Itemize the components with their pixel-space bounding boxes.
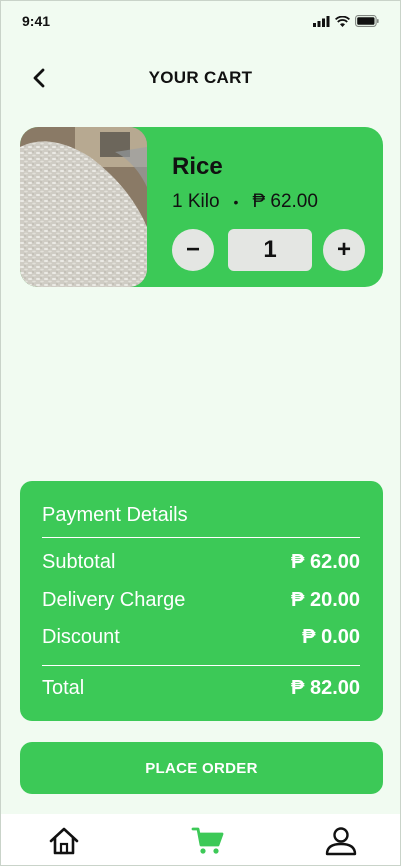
divider [42, 537, 360, 538]
increase-quantity-button[interactable]: + [323, 229, 365, 271]
cart-icon [191, 827, 224, 854]
quantity-stepper: − 1 + [172, 229, 367, 271]
divider [42, 665, 360, 666]
status-time: 9:41 [22, 13, 51, 29]
item-unit: 1 Kilo [172, 191, 220, 212]
item-meta: 1 Kilo • ₱ 62.00 [172, 191, 318, 213]
bottom-nav [1, 814, 400, 865]
status-icons [313, 15, 379, 27]
nav-profile[interactable] [323, 825, 359, 857]
signal-icon [313, 16, 330, 27]
delivery-charge-label: Delivery Charge [42, 589, 186, 611]
subtotal-label: Subtotal [42, 551, 116, 573]
wifi-icon [335, 16, 350, 27]
decrease-quantity-button[interactable]: − [172, 229, 214, 271]
product-image [20, 127, 147, 287]
nav-home[interactable] [46, 825, 82, 857]
delivery-charge-row: Delivery Charge ₱ 20.00 [42, 589, 360, 612]
cart-item-card: Rice 1 Kilo • ₱ 62.00 − 1 + [20, 127, 383, 287]
subtotal-amount: ₱ 62.00 [291, 551, 360, 573]
total-amount: ₱ 82.00 [291, 677, 360, 699]
discount-label: Discount [42, 626, 120, 648]
item-price: ₱ 62.00 [252, 191, 318, 212]
home-icon [49, 827, 79, 855]
subtotal-row: Subtotal ₱ 62.00 [42, 551, 360, 574]
quantity-value[interactable]: 1 [228, 229, 312, 271]
payment-title: Payment Details [42, 504, 188, 526]
item-name: Rice [172, 153, 223, 180]
payment-details-card: Payment Details Subtotal ₱ 62.00 Deliver… [20, 481, 383, 721]
profile-icon [325, 827, 357, 856]
page-title: YOUR CART [148, 68, 253, 87]
nav-cart[interactable] [190, 825, 226, 857]
discount-amount: ₱ 0.00 [302, 626, 360, 648]
header: YOUR CART [0, 60, 401, 96]
total-row: Total ₱ 82.00 [42, 677, 360, 700]
status-bar: 9:41 [0, 0, 401, 44]
delivery-charge-amount: ₱ 20.00 [291, 589, 360, 611]
battery-icon [355, 15, 379, 27]
place-order-button[interactable]: PLACE ORDER [20, 742, 383, 794]
discount-row: Discount ₱ 0.00 [42, 626, 360, 649]
total-label: Total [42, 677, 85, 699]
meta-separator: • [233, 194, 239, 210]
